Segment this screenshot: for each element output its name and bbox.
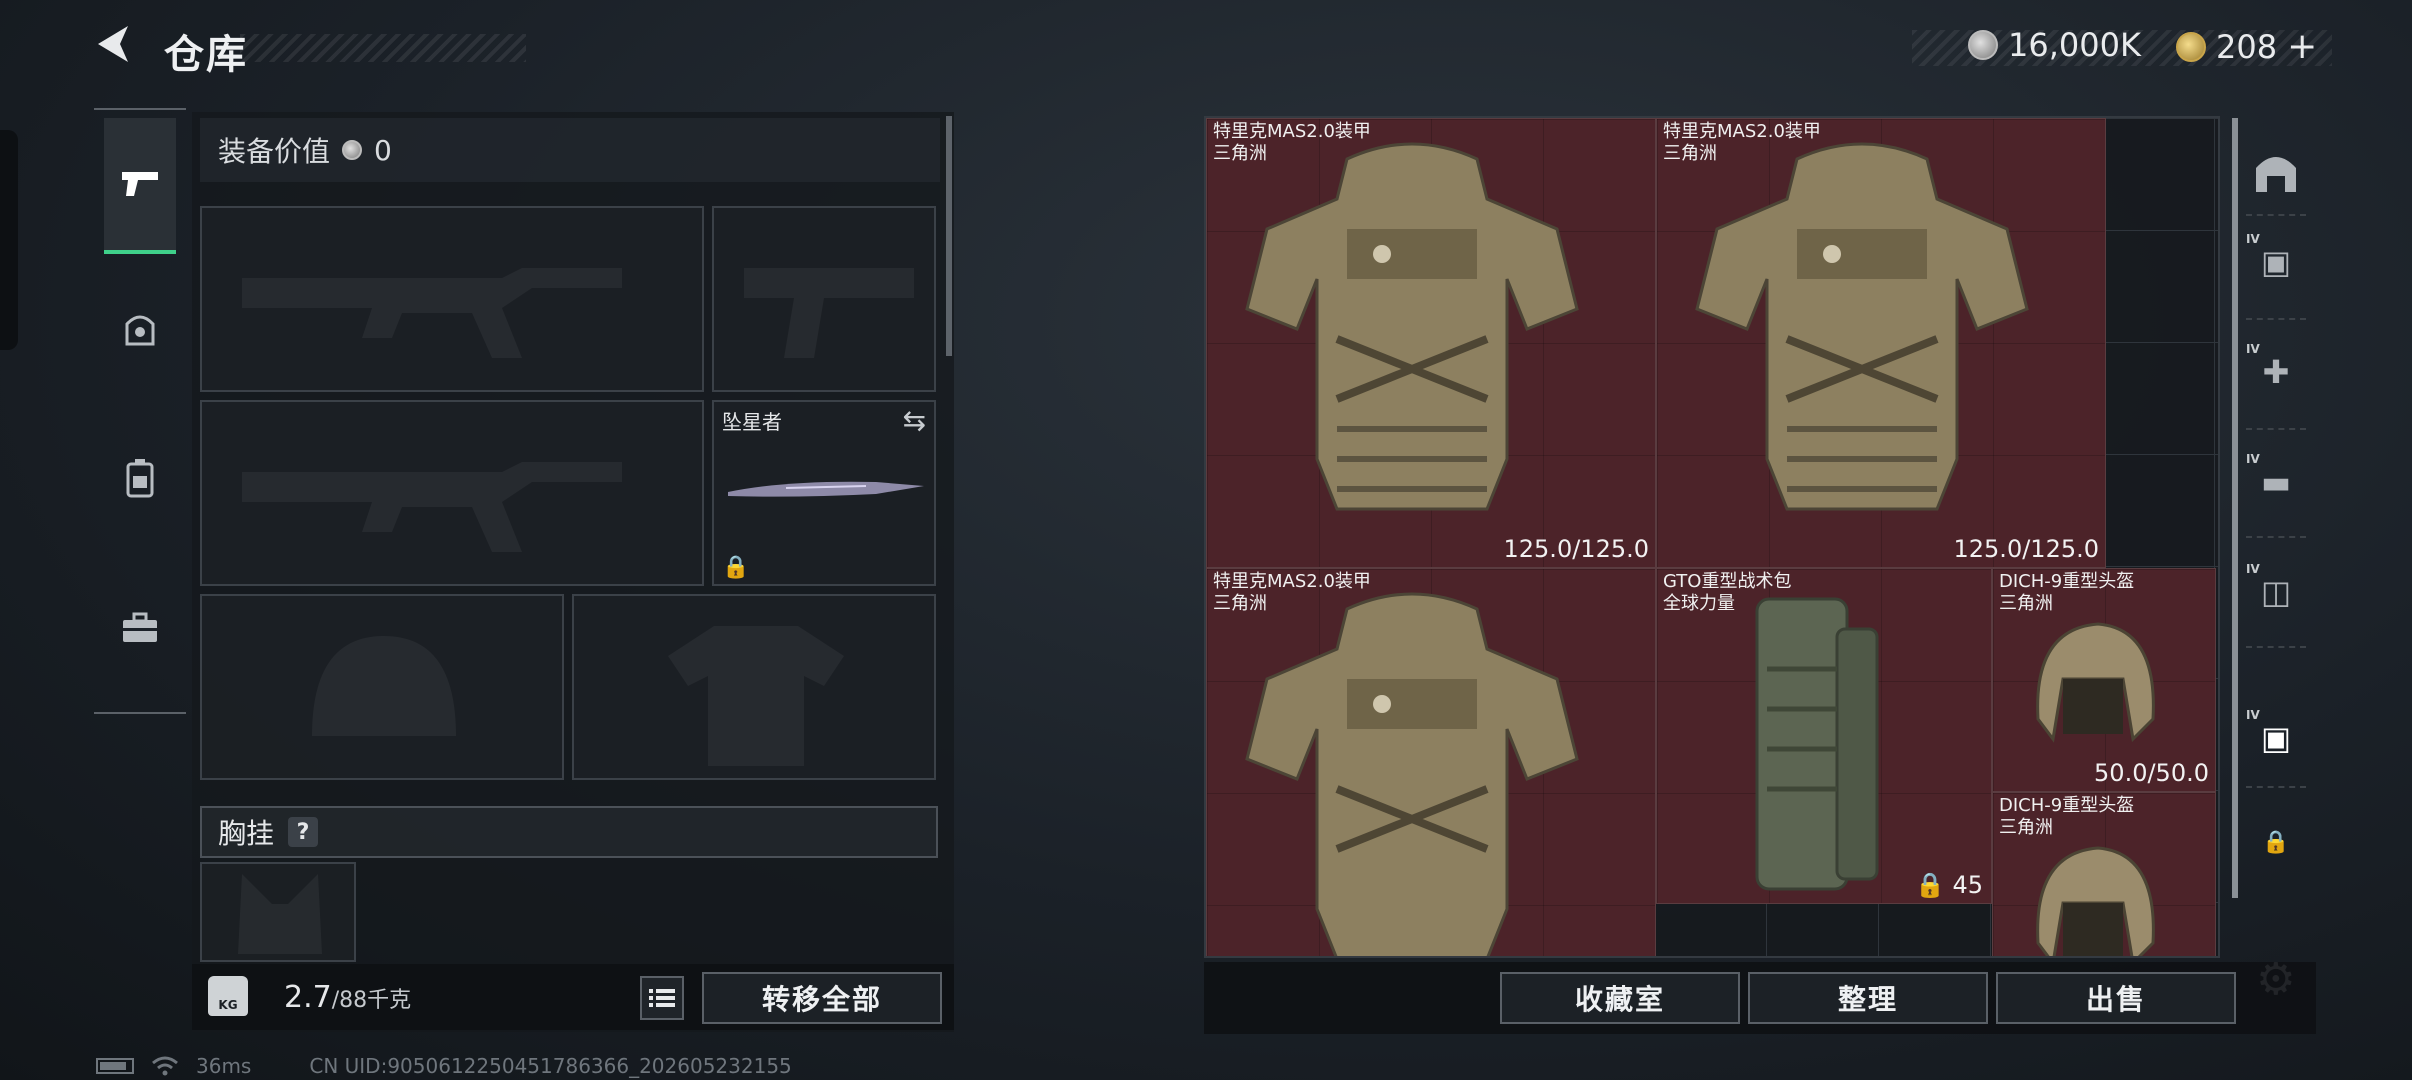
weight-max: /88千克 [331,988,412,1013]
edge-tab [0,130,18,350]
equipment-value-label: 装备价值 [218,135,331,168]
helmet-person-icon [125,315,155,346]
tab-gear[interactable] [104,260,176,396]
secondary-weapon-slot[interactable] [200,400,704,586]
collection-button[interactable]: 收藏室 [1500,972,1740,1024]
tab-toolbox[interactable] [104,560,176,696]
backpack-icon [126,459,154,498]
gold-coin-icon [2176,31,2206,62]
weapon-crate-icon[interactable]: IV ▬ [2246,452,2302,508]
armor-icon [1245,142,1579,511]
help-icon[interactable]: ? [288,817,319,847]
list-icon [649,989,675,1007]
ping-readout: 36ms [196,1054,252,1078]
chevron-left-icon [98,26,128,62]
stash-item-helmet[interactable]: DICH-9重型头盔 三角洲 [1992,792,2216,956]
stash-item-armor[interactable]: 特里克MAS2.0装甲 三角洲 125.0/125.0 [1656,118,2106,568]
stash-grid[interactable]: 特里克MAS2.0装甲 三角洲 125.0/125.0 特里克MAS2.0装甲 三角… [1204,116,2220,958]
title-stripe [240,34,526,62]
rig-silhouette-icon [238,874,322,954]
lock-icon: 🔒 [722,555,750,580]
pistol-icon [122,172,158,196]
lock-icon: 🔒 [2262,829,2290,855]
page-title: 仓库 [164,32,248,78]
weight-current: 2.7 [284,980,332,1015]
stash-item-armor[interactable]: 特里克MAS2.0装甲 三角洲 125.0/125.0 [1206,118,1656,568]
sell-button[interactable]: 出售 [1996,972,2236,1024]
sort-button[interactable]: 整理 [1748,972,1988,1024]
silver-coin-icon [1968,30,1998,60]
chest-rig-slot[interactable] [200,862,356,962]
tab-weapons[interactable] [104,118,176,254]
tab-backpack[interactable] [104,410,176,546]
toolbox-icon [123,612,157,642]
rail-divider [2246,428,2306,430]
uid-text: CN UID:9050612250451786366_202605232155 [309,1054,792,1078]
stash-item-helmet[interactable]: DICH-9重型头盔 三角洲 50.0/50.0 [1992,568,2216,792]
knife-icon [728,481,924,497]
rail-divider [2246,536,2306,538]
gold-amount: 208 [2216,27,2278,66]
rail-divider [2246,786,2306,788]
category-rail [94,108,186,714]
loadout-scrollbar[interactable] [946,116,952,356]
gold-currency[interactable]: 208 + [2176,26,2317,67]
durability: 125.0/125.0 [1953,535,2100,563]
backpack-icon [1755,597,1879,891]
primary-weapon-slot[interactable] [200,206,704,392]
armor-crate-icon[interactable]: IV ▣ [2246,232,2302,288]
durability: 50.0/50.0 [2094,759,2209,787]
chest-rig-header: 胸挂 ? [200,806,938,858]
armor-icon [1245,592,1579,956]
rifle-silhouette-icon [242,268,622,358]
helmet-icon [2036,846,2155,956]
equipment-value-amount: 0 [374,133,392,167]
armor-silhouette-icon [668,626,844,766]
rifle-silhouette-icon [242,462,622,552]
medkit-crate-icon[interactable]: IV ✚ [2246,342,2302,398]
home-storage-icon[interactable] [2250,146,2302,198]
battery-icon [96,1058,134,1074]
helmet-icon [2036,622,2155,743]
weight-icon: KG [208,976,248,1016]
capacity-count: 🔒 45 [1914,871,1983,899]
ammo-crate-icon[interactable]: IV ◫ [2246,562,2302,618]
storage-rail: IV ▣ IV ✚ IV ▬ IV ◫ IV ▣ 🔒 [2240,116,2310,962]
pistol-silhouette-icon [744,268,914,358]
rail-divider [2246,214,2306,216]
equipment-value: 装备价值 0 [200,118,940,182]
silver-coin-icon [342,140,363,160]
list-view-button[interactable] [640,976,684,1020]
armor-icon [1695,142,2029,511]
rail-divider [2246,318,2306,320]
stash-item-backpack[interactable]: GTO重型战术包 全球力量 🔒 45 [1656,568,1992,904]
weight-readout: 2.7/88千克 [284,980,411,1015]
silver-amount: 16,000K [2008,26,2141,64]
stash-item-armor[interactable]: 特里克MAS2.0装甲 三角洲 [1206,568,1656,956]
stash-scrollbar[interactable] [2232,118,2238,898]
transfer-all-button[interactable]: 转移全部 [702,972,942,1024]
wifi-icon [152,1056,178,1076]
helmet-slot[interactable] [200,594,564,780]
melee-slot[interactable]: 坠星者 ⇆ 🔒 [712,400,936,586]
helmet-silhouette-icon [312,636,456,736]
status-bar: 36ms CN UID:9050612250451786366_20260523… [96,1054,792,1078]
back-button[interactable] [92,22,144,74]
rail-divider [2246,646,2306,648]
armor-slot[interactable] [572,594,936,780]
sidearm-slot[interactable] [712,206,936,392]
swap-icon[interactable]: ⇆ [903,404,926,437]
durability: 125.0/125.0 [1503,535,1650,563]
silver-currency: 16,000K [1968,26,2141,64]
chest-rig-label: 胸挂 [218,817,275,850]
plus-icon[interactable]: + [2287,26,2317,67]
armor-crate-icon[interactable]: IV ▣ [2246,708,2302,764]
knife-name: 坠星者 [722,410,782,434]
